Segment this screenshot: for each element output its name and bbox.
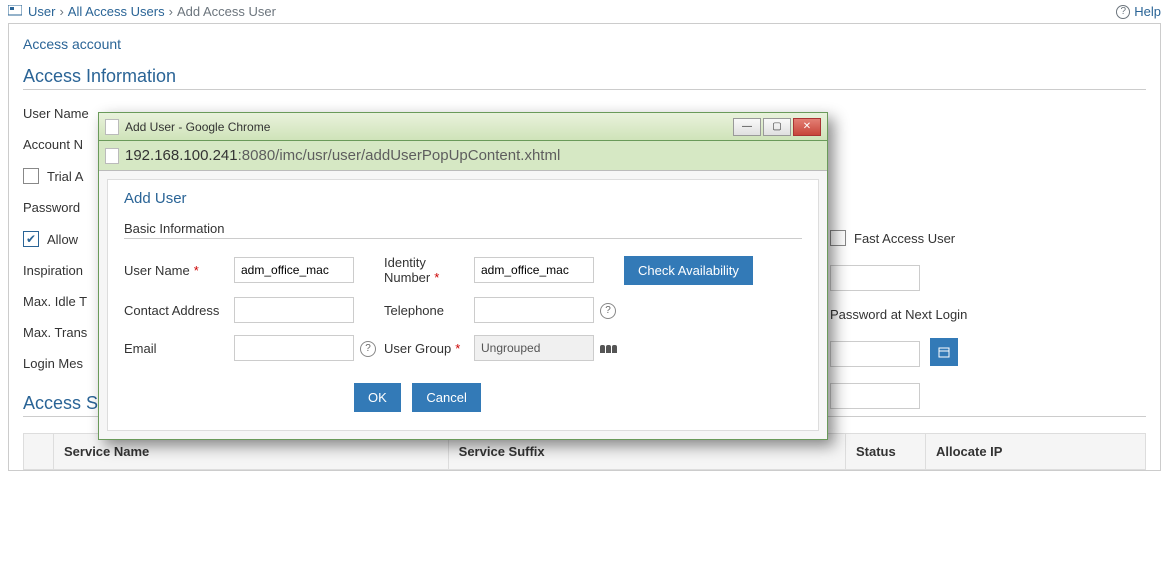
label-identity-number: Identity Number* <box>384 255 474 285</box>
checkbox-box <box>830 230 846 246</box>
col-status: Status <box>846 434 926 470</box>
text-input-right2[interactable] <box>830 383 920 409</box>
add-user-popup-window: Add User - Google Chrome — ▢ ✕ 192.168.1… <box>98 112 828 440</box>
breadcrumb: User › All Access Users › Add Access Use… <box>0 0 1169 23</box>
basic-information-header: Basic Information <box>124 221 802 239</box>
input-telephone[interactable] <box>474 297 594 323</box>
label-account-name: Account N <box>23 137 33 152</box>
help-icon: ? <box>1116 5 1130 19</box>
help-link[interactable]: ? Help <box>1116 4 1161 19</box>
basic-info-grid: User Name* Identity Number* Check Availa… <box>124 255 802 361</box>
url-host: 192.168.100.241 <box>125 147 238 164</box>
checkbox-box <box>23 168 39 184</box>
label-contact-address: Contact Address <box>124 303 234 318</box>
label-user-name: User Name <box>23 106 33 121</box>
right-column: Fast Access User Password at Next Login <box>830 230 967 409</box>
checkbox-box <box>23 231 39 247</box>
label-user-name: User Name* <box>124 263 234 278</box>
user-group-picker-icon[interactable] <box>600 345 617 353</box>
cancel-button[interactable]: Cancel <box>412 383 480 412</box>
help-label: Help <box>1134 4 1161 19</box>
modal-buttons: OK Cancel <box>124 383 802 412</box>
checkbox-label: Trial A <box>47 169 83 184</box>
breadcrumb-sep: › <box>59 4 63 19</box>
checkbox-fast-access[interactable]: Fast Access User <box>830 230 955 246</box>
window-minimize-button[interactable]: — <box>733 118 761 136</box>
check-availability-button[interactable]: Check Availability <box>624 256 753 285</box>
text-input-right1[interactable] <box>830 265 920 291</box>
modal-body: Add User Basic Information User Name* Id… <box>99 171 827 439</box>
section-access-information: Access Information <box>23 66 1146 90</box>
breadcrumb-current: Add Access User <box>177 4 276 19</box>
window-titlebar[interactable]: Add User - Google Chrome — ▢ ✕ <box>99 113 827 141</box>
panel-title: Access account <box>23 36 1146 52</box>
breadcrumb-user[interactable]: User <box>28 4 55 19</box>
label-telephone: Telephone <box>384 303 474 318</box>
label-max-trans: Max. Trans <box>23 325 33 340</box>
url-path: :8080/imc/usr/user/addUserPopUpContent.x… <box>238 147 561 164</box>
breadcrumb-all-access-users[interactable]: All Access Users <box>68 4 165 19</box>
input-identity-number[interactable] <box>474 257 594 283</box>
help-icon[interactable]: ? <box>600 303 616 319</box>
label-email: Email <box>124 341 234 356</box>
input-email[interactable] <box>234 335 354 361</box>
page-icon <box>105 148 119 164</box>
label-login-mes: Login Mes <box>23 356 33 371</box>
input-user-name[interactable] <box>234 257 354 283</box>
label-user-group: User Group* <box>384 341 474 356</box>
address-bar[interactable]: 192.168.100.241:8080/imc/usr/user/addUse… <box>99 141 827 171</box>
checkbox-label: Fast Access User <box>854 231 955 246</box>
app-icon <box>8 5 22 19</box>
modal-card: Add User Basic Information User Name* Id… <box>107 179 819 431</box>
input-contact-address[interactable] <box>234 297 354 323</box>
date-input[interactable] <box>830 341 920 367</box>
checkbox-trial[interactable]: Trial A <box>23 168 83 184</box>
checkbox-allow[interactable]: Allow <box>23 231 78 247</box>
label-password: Password <box>23 200 33 215</box>
window-maximize-button[interactable]: ▢ <box>763 118 791 136</box>
page-icon <box>105 119 119 135</box>
modal-card-title: Add User <box>124 190 802 207</box>
label-max-idle: Max. Idle T <box>23 294 33 309</box>
help-icon[interactable]: ? <box>360 341 376 357</box>
url: 192.168.100.241:8080/imc/usr/user/addUse… <box>125 147 560 164</box>
ok-button[interactable]: OK <box>354 383 401 412</box>
label-pw-next-login: Password at Next Login <box>830 307 967 322</box>
window-close-button[interactable]: ✕ <box>793 118 821 136</box>
window-title: Add User - Google Chrome <box>125 120 270 134</box>
checkbox-label: Allow <box>47 232 78 247</box>
calendar-icon <box>938 346 950 358</box>
input-user-group[interactable] <box>474 335 594 361</box>
label-inspiration: Inspiration <box>23 263 33 278</box>
calendar-button[interactable] <box>930 338 958 366</box>
breadcrumb-sep: › <box>169 4 173 19</box>
col-allocate-ip: Allocate IP <box>926 434 1146 470</box>
